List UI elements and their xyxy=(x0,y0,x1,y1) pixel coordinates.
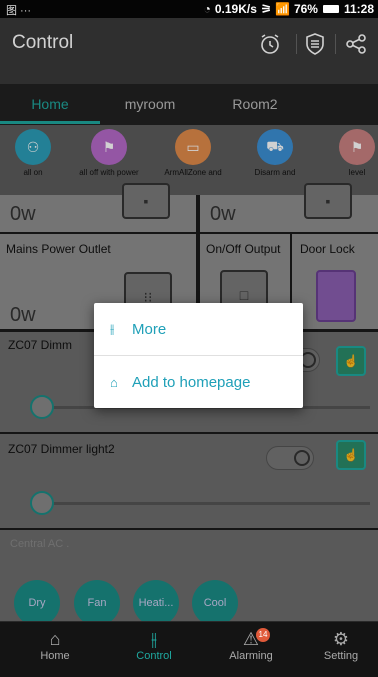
network-speed: 0.19K/s xyxy=(214,2,257,16)
add-home-label: Add to homepage xyxy=(132,373,251,391)
status-left: 图 ··· xyxy=(6,5,32,17)
more-label: More xyxy=(132,320,167,338)
bottom-nav: ⌂ Home ⫲ Control ⚠ 14 Alarming ⚙ Setting xyxy=(0,621,378,677)
more-menu-item[interactable]: ⫲ More xyxy=(94,303,303,355)
context-popup: ⫲ More ⌂ Add to homepage xyxy=(94,303,303,408)
nav-label: Alarming xyxy=(229,650,273,662)
sliders-icon: ⫲ xyxy=(110,321,115,336)
nav-home[interactable]: ⌂ Home xyxy=(20,628,90,662)
nav-setting[interactable]: ⚙ Setting xyxy=(306,628,376,662)
warning-icon: ⚠ xyxy=(242,629,260,649)
nav-label: Home xyxy=(40,650,70,662)
nav-label: Setting xyxy=(323,650,359,662)
alarm-count-badge: 14 xyxy=(256,628,270,642)
status-right: ◔ 0.19K/s ⚞ 📶 76% 11:28 xyxy=(204,2,374,16)
battery-icon xyxy=(322,5,339,13)
signal-icon: ⚞ 📶 xyxy=(260,2,290,16)
add-to-homepage-menu-item[interactable]: ⌂ Add to homepage xyxy=(94,356,303,408)
battery-percent: 76% xyxy=(293,2,318,16)
home-outline-icon: ⌂ xyxy=(110,374,118,390)
sliders-icon: ⫲ xyxy=(151,629,157,649)
nav-alarming[interactable]: ⚠ 14 Alarming xyxy=(216,628,286,662)
status-bar: 图 ··· ◔ 0.19K/s ⚞ 📶 76% 11:28 xyxy=(0,0,378,18)
gear-icon: ⚙ xyxy=(332,629,350,649)
time: 11:28 xyxy=(343,2,374,16)
nav-control[interactable]: ⫲ Control xyxy=(119,628,189,662)
nav-label: Control xyxy=(136,650,172,662)
clock-icon: ◔ xyxy=(203,2,211,16)
home-icon: ⌂ xyxy=(49,629,61,649)
